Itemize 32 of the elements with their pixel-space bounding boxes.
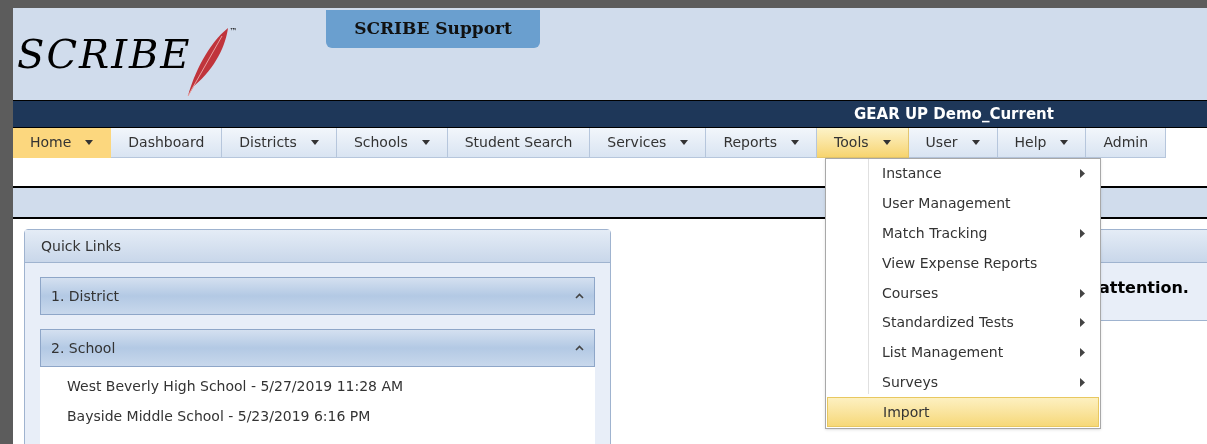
- menu-item[interactable]: Match Tracking: [826, 218, 1100, 249]
- nav-tab[interactable]: Schools: [336, 128, 448, 158]
- section-header[interactable]: 1. District: [40, 277, 595, 315]
- menu-item[interactable]: List Management: [826, 337, 1100, 368]
- quick-link[interactable]: Bayside Middle School - 5/23/2019 6:16 PM: [40, 401, 595, 431]
- nav-tab[interactable]: Districts: [222, 128, 337, 158]
- support-button[interactable]: SCRIBE Support: [326, 10, 540, 48]
- menu-item[interactable]: Surveys: [826, 367, 1100, 398]
- nav-tab[interactable]: Student Search: [447, 128, 591, 158]
- trademark: ™: [229, 26, 238, 38]
- menu-item[interactable]: Instance: [826, 159, 1100, 189]
- nav-tab[interactable]: Admin: [1086, 128, 1167, 158]
- panel-title: Quick Links: [25, 230, 610, 263]
- nav-tab[interactable]: Tools: [817, 128, 909, 158]
- menu-item[interactable]: Import: [827, 397, 1099, 428]
- nav-tab[interactable]: Services: [590, 128, 707, 158]
- collapse-chevron-icon: [575, 293, 584, 299]
- nav-tab[interactable]: Reports: [706, 128, 818, 158]
- nav-tab[interactable]: Help: [997, 128, 1087, 158]
- menu-item[interactable]: Courses: [826, 278, 1100, 308]
- nav-tab[interactable]: User: [908, 128, 998, 158]
- menu-item[interactable]: View Expense Reports: [826, 248, 1100, 279]
- logo-wordmark: SCRIBE: [17, 34, 192, 74]
- menu-item[interactable]: User Management: [826, 188, 1100, 219]
- nav-tab[interactable]: Home: [13, 128, 112, 158]
- nav-tab[interactable]: Dashboard: [111, 128, 223, 158]
- section-header[interactable]: 2. School: [40, 329, 595, 367]
- menu-item[interactable]: Standardized Tests: [826, 308, 1100, 338]
- quick-link[interactable]: West Beverly High School - 5/27/2019 11:28 AM: [40, 371, 595, 401]
- collapse-chevron-icon: [575, 345, 584, 351]
- notice-text: attention.: [1099, 277, 1189, 299]
- instance-name: GEAR UP Demo_Current: [854, 103, 1054, 125]
